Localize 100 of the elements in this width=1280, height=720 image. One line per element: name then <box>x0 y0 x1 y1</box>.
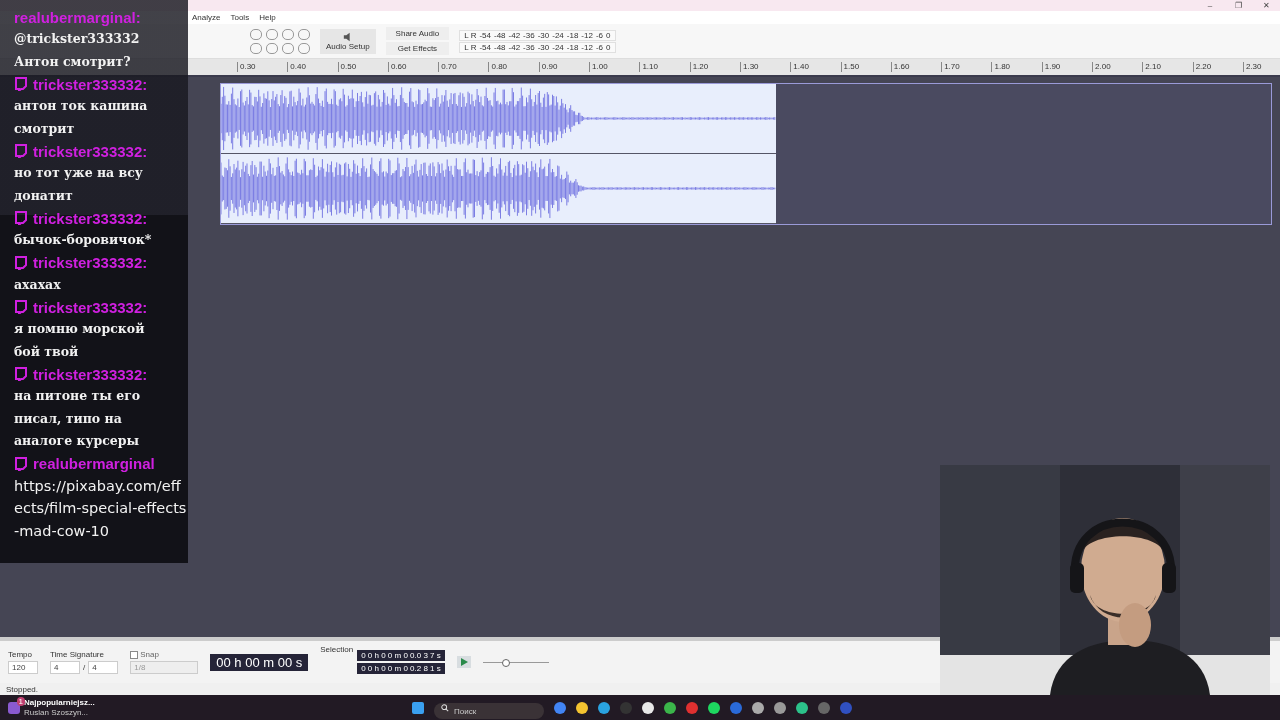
meter-tick: -36 <box>523 42 535 52</box>
meter-tick: -18 <box>566 30 579 40</box>
meter-tick: -24 <box>552 42 564 52</box>
audio-clip[interactable] <box>221 84 776 224</box>
time-display[interactable]: 00 h 00 m 00 s <box>210 653 309 671</box>
windows-icon[interactable] <box>412 701 424 714</box>
share-audio-button[interactable]: Share Audio <box>385 27 450 40</box>
selection-end-field[interactable]: 0 0 h 0 0 m 0 0.2 8 1 s <box>357 663 445 674</box>
ruler-tick: 0.50 <box>337 62 388 72</box>
window-control[interactable]: ✕ <box>1252 0 1280 11</box>
chat-username: trickster333332: <box>33 298 148 316</box>
unit-dropdown[interactable]: 4 <box>88 661 119 674</box>
snap-checkbox[interactable]: Snap <box>130 650 199 659</box>
time-signature-label: Time Signature <box>50 650 105 659</box>
ruler-tick: 1.10 <box>639 62 690 72</box>
ruler-tick: 1.90 <box>1041 62 1093 72</box>
meter-tick: 0 <box>606 30 611 40</box>
ruler-tick: 0.80 <box>488 62 539 72</box>
tool-icon[interactable] <box>250 42 262 54</box>
level-meter[interactable]: L R -54 -48 -42 -36 -30 -24 -18 -12 -6 0 <box>459 29 616 41</box>
chat-bubble-icon <box>14 255 28 270</box>
audio-setup-button[interactable]: Audio Setup <box>320 28 376 54</box>
ruler-tick: 2.30 <box>1242 62 1262 72</box>
ruler-tick: 1.60 <box>890 62 942 72</box>
tempo-label: Tempo <box>8 650 33 659</box>
chat-username: realubermarginal: <box>14 8 141 26</box>
search-icon <box>441 703 449 712</box>
tool-icon[interactable] <box>282 42 294 54</box>
menu-item[interactable]: Analyze <box>192 13 221 22</box>
meter-tick: -12 <box>581 30 593 40</box>
ruler-tick: 1.50 <box>840 62 891 72</box>
meter-tick: -36 <box>523 30 535 40</box>
audio-track[interactable] <box>220 83 1272 225</box>
speaker-icon <box>342 31 353 42</box>
search-field[interactable]: Поиск <box>434 703 544 719</box>
chat-bubble-icon <box>14 300 28 314</box>
ruler-tick: 1.80 <box>991 62 1042 72</box>
ruler-tick: 1.40 <box>790 62 841 72</box>
chat-message: я помню морской бой твой <box>14 320 146 361</box>
ruler-tick: 0.90 <box>538 62 590 72</box>
meter-tick: -42 <box>508 30 521 40</box>
notification[interactable]: 1Najpopularniejsz... Ruslan Szoszyn... <box>0 697 95 718</box>
chat-username: trickster333332: <box>33 142 148 160</box>
menu-item[interactable]: Tools <box>230 13 250 22</box>
channel-label: L <box>464 42 469 52</box>
ruler-tick: 0.30 <box>237 62 288 72</box>
chat-bubble-icon <box>14 211 28 225</box>
play-button[interactable] <box>456 656 471 668</box>
status-text: Stopped. <box>6 684 39 694</box>
chat-username: realubermarginal <box>33 455 155 472</box>
meter-tick: -12 <box>581 42 593 52</box>
chat-username: trickster333332: <box>33 209 148 227</box>
ruler-tick: 2.00 <box>1092 62 1143 72</box>
tool-icon[interactable] <box>266 42 278 54</box>
meter-tick: -48 <box>494 42 506 52</box>
slider-thumb[interactable] <box>501 658 510 667</box>
selection-label: Selection <box>320 645 354 654</box>
meter-tick: -6 <box>595 30 604 40</box>
chat-bubble-icon <box>14 456 28 471</box>
chat-bubble-icon <box>14 367 28 381</box>
meter-tick: -48 <box>494 30 506 40</box>
meter-tick: -24 <box>552 30 564 40</box>
meter-tick: -54 <box>479 30 491 40</box>
meter-tick: -6 <box>595 42 604 52</box>
ruler-tick: 2.10 <box>1142 62 1193 72</box>
beats-field[interactable]: 4 <box>50 661 80 674</box>
tool-icon[interactable] <box>282 28 294 40</box>
menu-item[interactable]: Help <box>259 13 276 22</box>
tool-icon[interactable] <box>250 28 262 40</box>
tool-icon[interactable] <box>266 28 278 40</box>
notification-badge: 1 <box>16 696 25 706</box>
channel-label: R <box>470 42 477 52</box>
ruler-tick: 1.00 <box>589 62 640 72</box>
chat-message: бычок-боровичок* <box>14 231 153 249</box>
chat-message: https://pixabay.com/effects/film-special-effects-mad-cow-10 <box>14 476 188 541</box>
meter-tick: -42 <box>508 42 521 52</box>
meter-tick: 0 <box>606 42 611 52</box>
chat-message: ахахах <box>14 275 62 294</box>
chat-bubble-icon <box>14 144 28 158</box>
window-control[interactable]: – <box>1196 0 1224 11</box>
notification-subtitle: Ruslan Szoszyn... <box>24 707 90 718</box>
notification-title: Najpopularniejsz... <box>24 697 95 708</box>
window-control[interactable]: ❐ <box>1224 0 1252 11</box>
ruler-tick: 0.70 <box>438 62 489 72</box>
ruler-tick: 0.40 <box>287 62 338 72</box>
meter-tick: -54 <box>479 42 491 52</box>
slash-label: / <box>83 663 86 672</box>
ruler-tick: 0.60 <box>387 62 439 72</box>
ruler-tick: 1.70 <box>941 62 992 72</box>
tempo-field[interactable]: 120 <box>8 661 38 674</box>
meter-tick: -30 <box>537 30 550 40</box>
chat-message: но тот уже на всу донатит <box>14 164 144 205</box>
selection-start-field[interactable]: 0 0 h 0 0 m 0 0.0 3 7 s <box>357 650 445 661</box>
tool-icon[interactable] <box>298 28 310 40</box>
level-meter[interactable]: L R -54 -48 -42 -36 -30 -24 -18 -12 -6 0 <box>459 41 616 53</box>
ruler-tick: 2.20 <box>1192 62 1243 72</box>
tool-icon[interactable] <box>298 42 310 54</box>
meter-tick: -18 <box>566 42 579 52</box>
channel-label: L <box>464 30 469 40</box>
get-effects-button[interactable]: Get Effects <box>385 42 450 55</box>
